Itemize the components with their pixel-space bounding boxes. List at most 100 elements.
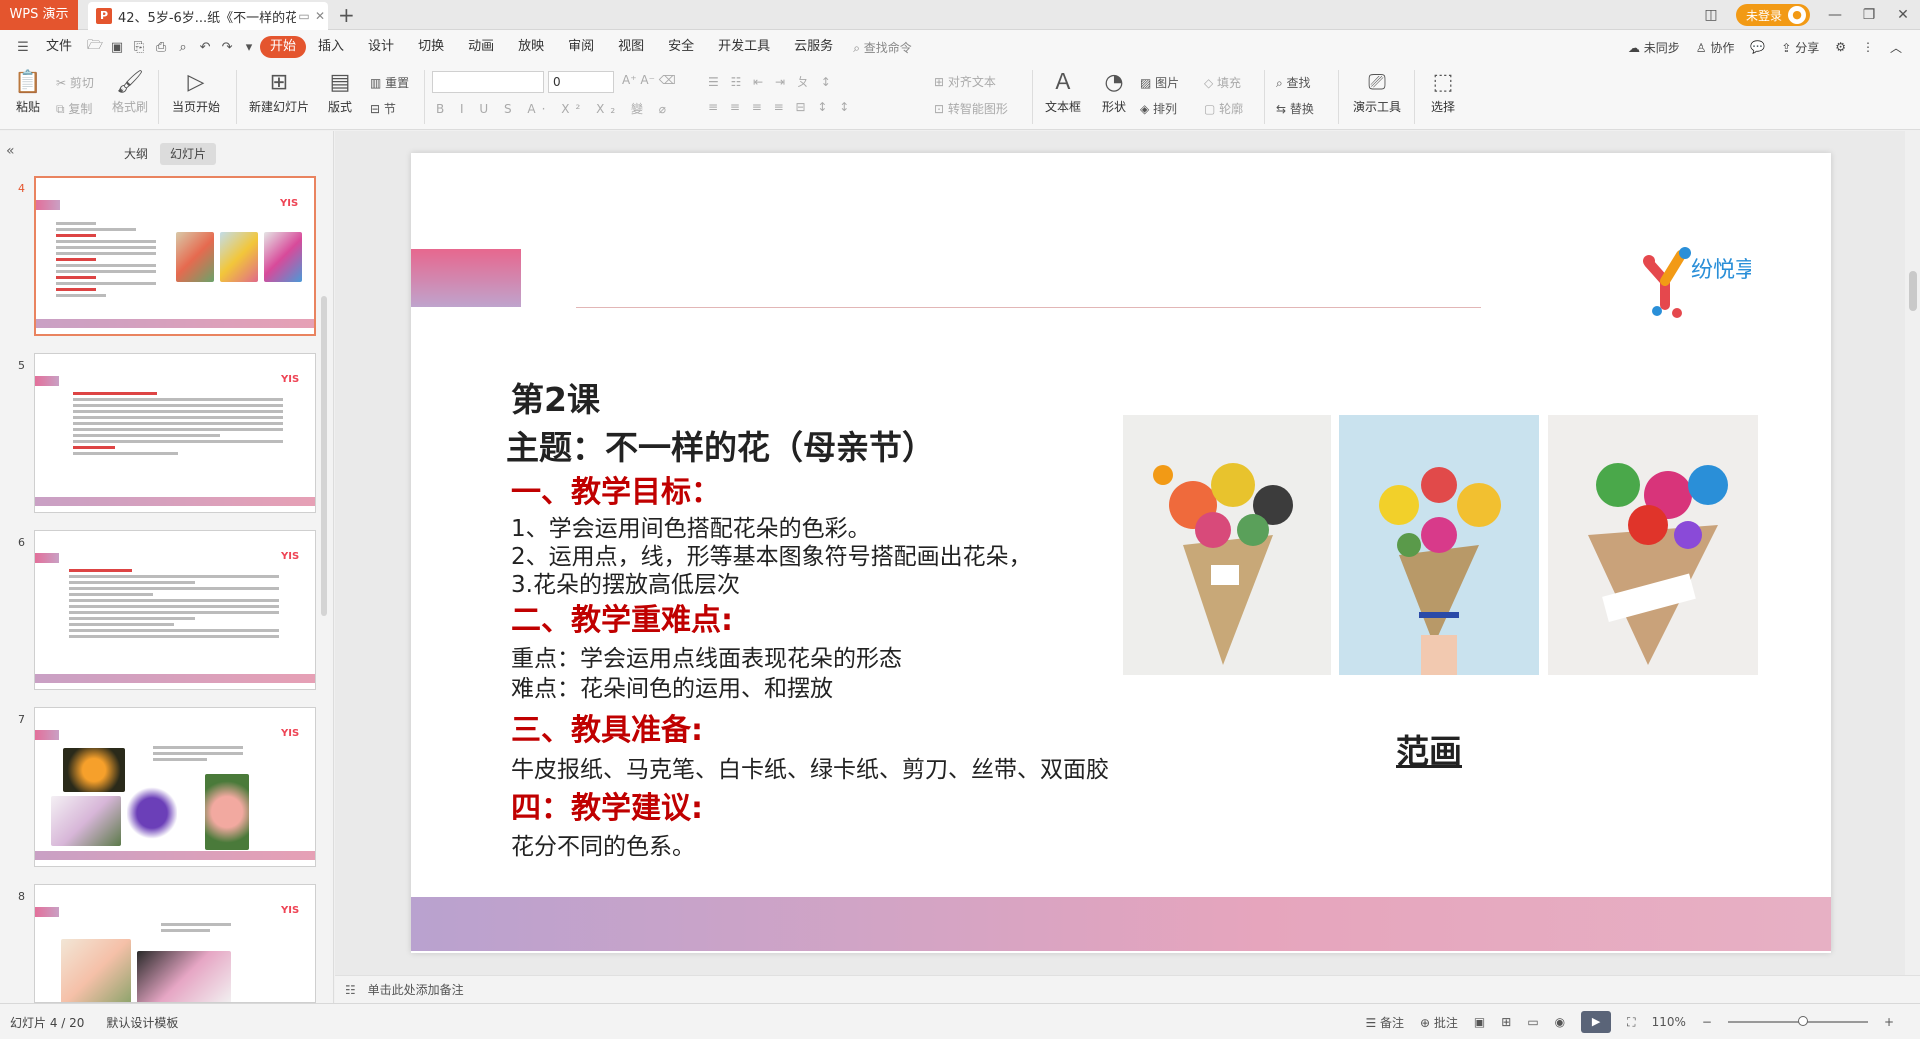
camera-icon[interactable]: ◉	[1555, 1015, 1565, 1029]
tab-security[interactable]: 安全	[656, 36, 706, 58]
tab-view[interactable]: 视图	[606, 36, 656, 58]
find-button[interactable]: ⌕ 查找	[1276, 74, 1311, 91]
shape-button[interactable]: ◔ 形状	[1094, 68, 1134, 115]
select-button[interactable]: ⬚ 选择	[1420, 68, 1466, 115]
play-slideshow-button[interactable]: ▶	[1581, 1011, 1612, 1033]
fill-button[interactable]: ◇ 填充	[1204, 74, 1241, 91]
outline-button[interactable]: ▢ 轮廓	[1204, 100, 1243, 117]
close-icon[interactable]: ✕	[1886, 7, 1920, 23]
command-search[interactable]: ⌕ 查找命令	[853, 39, 912, 56]
align-icons[interactable]: ≡ ≡ ≡ ≡ ⊟ ↕ ↕	[708, 100, 853, 114]
minimize-icon[interactable]: —	[1818, 7, 1852, 23]
tab-slides[interactable]: 幻灯片	[160, 143, 217, 165]
section-button[interactable]: ⊟ 节	[370, 100, 396, 117]
quick-dropdown-icon[interactable]: ▾	[238, 40, 260, 55]
share-button[interactable]: ⇪ 分享	[1773, 39, 1827, 56]
zoom-slider-knob[interactable]	[1797, 1016, 1808, 1026]
zoom-out-icon[interactable]: −	[1702, 1015, 1712, 1029]
tab-insert[interactable]: 插入	[306, 36, 356, 58]
reset-button[interactable]: ▥ 重置	[370, 74, 409, 91]
collapse-ribbon-icon[interactable]: ︿	[1882, 39, 1910, 56]
restore-icon[interactable]: ❐	[1852, 7, 1886, 23]
font-grow-icon[interactable]: A⁺ A⁻ ⌫	[622, 73, 676, 87]
print-icon[interactable]: ⎙	[150, 40, 172, 55]
zoom-slider[interactable]	[1727, 1016, 1868, 1026]
settings-icon[interactable]: ⚙	[1827, 40, 1854, 54]
replace-button[interactable]: ⇆ 替换	[1276, 100, 1314, 117]
app-tab[interactable]: WPS 演示	[0, 0, 78, 30]
zoom-in-icon[interactable]: +	[1884, 1015, 1894, 1029]
replace-label: 替换	[1289, 102, 1314, 116]
redo-icon[interactable]: ↷	[216, 40, 238, 55]
scrollbar-thumb[interactable]	[1909, 271, 1917, 311]
normal-view-icon[interactable]: ▣	[1474, 1015, 1485, 1029]
more-icon[interactable]: ⋮	[1854, 40, 1882, 54]
panel-scrollbar[interactable]	[321, 296, 327, 616]
new-slide-button[interactable]: ⊞ 新建幻灯片	[244, 68, 314, 115]
align-text-button[interactable]: ⊞ 对齐文本	[934, 73, 996, 90]
layout-button[interactable]: ▤ 版式	[322, 68, 358, 115]
comment-icon[interactable]: 💬	[1742, 40, 1773, 54]
hamburger-icon[interactable]: ☰	[12, 40, 34, 55]
zoom-level[interactable]: 110%	[1652, 1015, 1686, 1029]
current-slide[interactable]: 纷悦享 第2课 主题：不一样的花（母亲节） 一、教学目标： 1、学会运用间色搭配…	[411, 153, 1831, 953]
font-style-icons[interactable]: B I U S A· X² X₂ 變 ⌀	[436, 100, 672, 117]
comments-button[interactable]: ⊕ 批注	[1420, 1014, 1458, 1031]
collapse-panel-icon[interactable]: «	[6, 143, 15, 159]
copy-button[interactable]: ⧉ 复制	[56, 100, 92, 117]
slide-thumbnail[interactable]: YIS	[34, 884, 316, 1003]
tab-developer[interactable]: 开发工具	[706, 36, 782, 58]
shape-label: 形状	[1101, 100, 1126, 114]
notes-bar[interactable]: ☷ 单击此处添加备注	[335, 975, 1920, 1003]
menu-file[interactable]: 文件	[34, 36, 84, 58]
canvas-scrollbar[interactable]	[1905, 131, 1920, 975]
picture-button[interactable]: ▨ 图片	[1140, 74, 1179, 91]
section-heading: 二、教学重难点:	[511, 603, 733, 638]
tab-cloud[interactable]: 云服务	[782, 36, 845, 58]
preview-icon[interactable]: ⌕	[172, 40, 194, 55]
sync-button[interactable]: ☁ 未同步	[1620, 39, 1688, 56]
export-icon[interactable]: ⎘	[128, 40, 150, 55]
format-painter-button[interactable]: 🖌 格式刷	[110, 68, 150, 115]
save-icon[interactable]: ▣	[106, 40, 128, 55]
font-size-select[interactable]: 0	[548, 71, 614, 93]
design-template[interactable]: 默认设计模板	[106, 1014, 178, 1031]
tab-review[interactable]: 审阅	[556, 36, 606, 58]
list-icons[interactable]: ☰ ☷ ⇤ ⇥ ㄆ ↕	[708, 73, 835, 90]
new-tab-icon[interactable]: +	[338, 3, 355, 27]
tab-outline[interactable]: 大纲	[114, 143, 158, 165]
slide-thumbnail[interactable]: YIS	[34, 707, 316, 867]
document-tab[interactable]: P 42、5岁-6岁...纸《不一样的花》 ▭ ✕	[88, 2, 328, 30]
tab-restore-icon[interactable]: ▭	[296, 9, 312, 23]
bouquet-image-3[interactable]	[1548, 415, 1758, 675]
tab-design[interactable]: 设计	[356, 36, 406, 58]
login-button[interactable]: 未登录 ●	[1735, 4, 1810, 26]
undo-icon[interactable]: ↶	[194, 40, 216, 55]
textbox-button[interactable]: Ａ 文本框	[1040, 68, 1086, 115]
paste-button[interactable]: 📋 粘贴	[10, 68, 46, 115]
slide-thumbnail[interactable]: YIS	[34, 530, 316, 690]
from-current-button[interactable]: ▷ 当页开始	[166, 68, 226, 115]
open-icon[interactable]: 🗁	[84, 36, 106, 58]
arrange-button[interactable]: ◈ 排列	[1140, 100, 1177, 117]
collaborate-button[interactable]: ♙ 协作	[1688, 39, 1743, 56]
tab-animation[interactable]: 动画	[456, 36, 506, 58]
cut-button[interactable]: ✂ 剪切	[56, 74, 94, 91]
bouquet-image-2[interactable]	[1339, 415, 1539, 675]
reading-view-icon[interactable]: ▭	[1527, 1015, 1538, 1029]
tab-home[interactable]: 开始	[260, 36, 307, 58]
slide-thumbnail[interactable]: YIS	[34, 353, 316, 513]
smart-shape-button[interactable]: ⊡ 转智能图形	[934, 100, 1008, 117]
divider	[158, 70, 159, 124]
font-family-select[interactable]	[432, 71, 544, 93]
bouquet-image-1[interactable]	[1123, 415, 1331, 675]
fit-window-icon[interactable]: ⛶	[1627, 1015, 1635, 1030]
layout-icon[interactable]: ◫	[1694, 7, 1728, 23]
tab-transition[interactable]: 切换	[406, 36, 456, 58]
tab-close-icon[interactable]: ✕	[312, 9, 328, 23]
notes-toggle-button[interactable]: ☰ 备注	[1365, 1014, 1404, 1031]
sorter-view-icon[interactable]: ⊞	[1501, 1015, 1511, 1029]
slide-thumbnail[interactable]: YIS	[34, 176, 316, 336]
tab-slideshow[interactable]: 放映	[506, 36, 556, 58]
presentation-tools-button[interactable]: ⎚ 演示工具	[1346, 68, 1408, 115]
